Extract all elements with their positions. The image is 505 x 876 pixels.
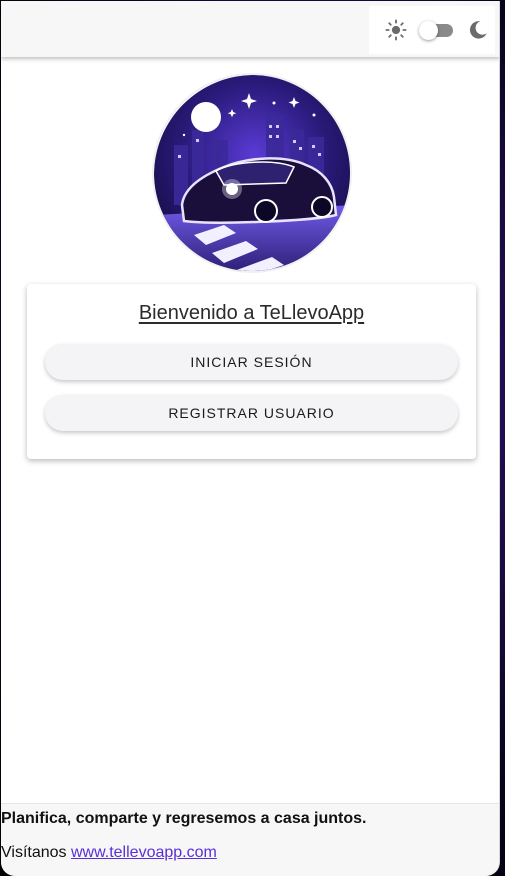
header-toolbar	[1, 1, 499, 57]
footer-visit-text: Visítanos www.tellevoapp.com	[1, 844, 217, 862]
register-button[interactable]: REGISTRAR USUARIO	[45, 395, 458, 431]
footer-visit-prefix: Visítanos	[1, 844, 67, 861]
app-logo	[152, 73, 352, 273]
app-frame: Bienvenido a TeLlevoApp INICIAR SESIÓN R…	[1, 1, 500, 876]
footer-tagline: Planifica, comparte y regresemos a casa …	[1, 810, 367, 827]
theme-toggle-group	[369, 6, 495, 54]
login-button[interactable]: INICIAR SESIÓN	[45, 344, 458, 380]
welcome-title: Bienvenido a TeLlevoApp	[138, 302, 365, 324]
theme-switch[interactable]	[419, 21, 453, 40]
sun-icon	[385, 19, 407, 41]
footer: Planifica, comparte y regresemos a casa …	[1, 803, 499, 876]
theme-switch-knob	[419, 21, 438, 40]
welcome-card: Bienvenido a TeLlevoApp INICIAR SESIÓN R…	[27, 284, 476, 459]
website-link[interactable]: www.tellevoapp.com	[71, 844, 217, 861]
moon-icon	[469, 21, 487, 39]
logo-image	[154, 75, 350, 271]
